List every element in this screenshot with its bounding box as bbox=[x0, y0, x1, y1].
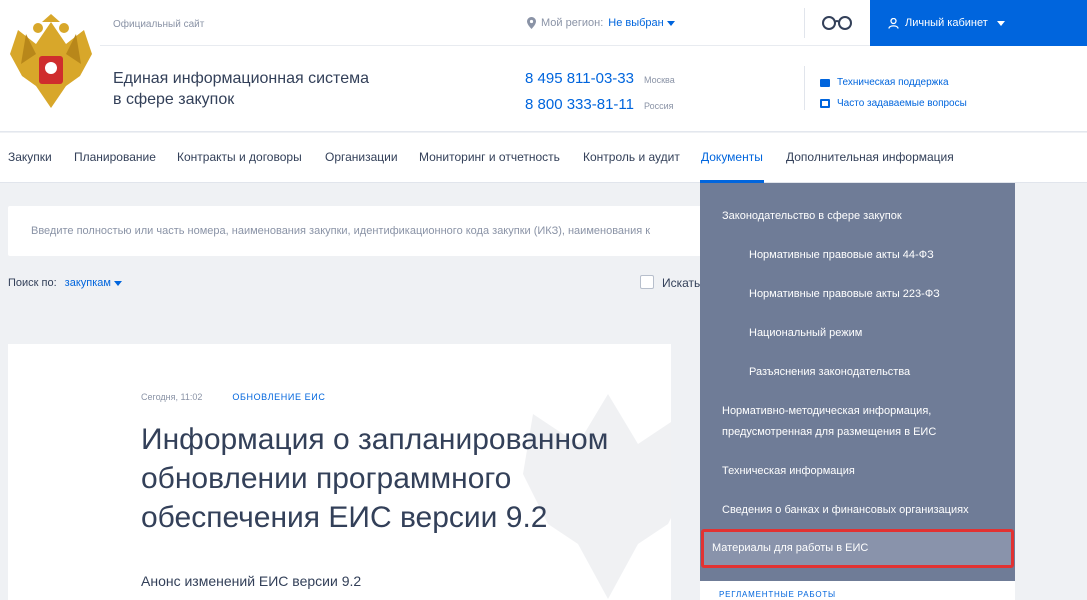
menu-item-technical-info[interactable]: Техническая информация bbox=[722, 461, 855, 482]
site-header: Официальный сайт Мой регион: Не выбран Л… bbox=[0, 0, 1087, 132]
menu-item-methodology-line: предусмотренная для размещения в ЕИС bbox=[722, 426, 937, 438]
site-title[interactable]: Единая информационная система в сфере за… bbox=[113, 68, 433, 110]
search-by-value: закупкам bbox=[64, 277, 111, 289]
menu-item-national-regime[interactable]: Национальный режим bbox=[749, 323, 862, 344]
divider bbox=[804, 8, 805, 38]
menu-item-methodology-line: Нормативно-методическая информация, bbox=[722, 405, 932, 417]
news-title-line: обновлении программного bbox=[141, 462, 512, 495]
nav-item-purchases[interactable]: Закупки bbox=[8, 150, 52, 164]
user-icon bbox=[888, 17, 899, 29]
menu-item-banks[interactable]: Сведения о банках и финансовых организац… bbox=[722, 500, 969, 521]
search-by: Поиск по: закупкам bbox=[8, 277, 122, 289]
search-checkbox-label: Искать bbox=[662, 276, 701, 290]
menu-item-acts-44[interactable]: Нормативные правовые акты 44-ФЗ bbox=[749, 245, 934, 266]
region-selector[interactable]: Мой регион: Не выбран bbox=[527, 17, 675, 29]
site-title-line: в сфере закупок bbox=[113, 91, 235, 108]
russian-emblem-icon[interactable] bbox=[6, 14, 96, 114]
regulatory-works-label[interactable]: РЕГЛАМЕНТНЫЕ РАБОТЫ bbox=[719, 590, 836, 599]
region-label: Мой регион: bbox=[541, 17, 604, 29]
menu-item-legislation[interactable]: Законодательство в сфере закупок bbox=[722, 206, 902, 227]
news-tag[interactable]: ОБНОВЛЕНИЕ ЕИС bbox=[232, 392, 325, 402]
nav-item-planning[interactable]: Планирование bbox=[74, 150, 156, 164]
phone-number[interactable]: 8 800 333-81-11 bbox=[525, 96, 634, 113]
search-input[interactable] bbox=[8, 206, 708, 256]
nav-item-organizations[interactable]: Организации bbox=[325, 150, 398, 164]
divider bbox=[804, 66, 805, 110]
search-by-label: Поиск по: bbox=[8, 277, 57, 289]
chevron-down-icon bbox=[996, 20, 1005, 26]
phone-list: 8 495 811-03-33 Москва 8 800 333-81-11 Р… bbox=[525, 70, 675, 122]
documents-dropdown-menu: Законодательство в сфере закупок Нормати… bbox=[700, 183, 1015, 581]
menu-item-acts-223[interactable]: Нормативные правовые акты 223-ФЗ bbox=[749, 284, 940, 305]
official-site-label: Официальный сайт bbox=[113, 19, 205, 30]
search-by-selector[interactable]: закупкам bbox=[65, 277, 122, 289]
support-link[interactable]: Техническая поддержка bbox=[820, 72, 967, 93]
menu-item-methodology[interactable]: Нормативно-методическая информация, пред… bbox=[722, 401, 936, 443]
menu-item-materials-label: Материалы для работы в ЕИС bbox=[712, 542, 869, 554]
news-date: Сегодня, 11:02 bbox=[141, 392, 203, 402]
glasses-icon[interactable] bbox=[821, 15, 853, 31]
faq-link-label: Часто задаваемые вопросы bbox=[837, 98, 967, 109]
news-title[interactable]: Информация о запланированном обновлении … bbox=[141, 420, 661, 537]
main-nav: Закупки Планирование Контракты и договор… bbox=[0, 133, 1087, 183]
regulatory-works-panel: РЕГЛАМЕНТНЫЕ РАБОТЫ bbox=[700, 581, 1015, 600]
phone-number[interactable]: 8 495 811-03-33 bbox=[525, 70, 634, 87]
news-subtitle: Анонс изменений ЕИС версии 9.2 bbox=[141, 573, 362, 589]
chevron-down-icon bbox=[666, 20, 675, 26]
nav-item-contracts[interactable]: Контракты и договоры bbox=[177, 150, 302, 164]
nav-item-documents[interactable]: Документы bbox=[701, 150, 763, 164]
menu-item-materials-highlighted[interactable]: Материалы для работы в ЕИС bbox=[701, 529, 1014, 568]
nav-item-additional-info[interactable]: Дополнительная информация bbox=[786, 150, 954, 164]
nav-item-control[interactable]: Контроль и аудит bbox=[583, 150, 680, 164]
phone-row: 8 800 333-81-11 Россия bbox=[525, 96, 675, 122]
faq-icon bbox=[820, 99, 830, 108]
news-title-line: обеспечения ЕИС версии 9.2 bbox=[141, 501, 548, 534]
news-title-line: Информация о запланированном bbox=[141, 423, 609, 456]
site-title-line: Единая информационная система bbox=[113, 70, 369, 87]
phone-city: Москва bbox=[643, 75, 675, 85]
location-pin-icon bbox=[527, 17, 536, 29]
faq-link[interactable]: Часто задаваемые вопросы bbox=[820, 93, 967, 114]
nav-item-monitoring[interactable]: Мониторинг и отчетность bbox=[419, 150, 560, 164]
news-card[interactable]: Сегодня, 11:02 ОБНОВЛЕНИЕ ЕИС Информация… bbox=[8, 344, 671, 600]
support-links: Техническая поддержка Часто задаваемые в… bbox=[820, 72, 967, 114]
personal-account-button[interactable]: Личный кабинет bbox=[870, 0, 1087, 46]
personal-account-label: Личный кабинет bbox=[905, 17, 988, 29]
phone-row: 8 495 811-03-33 Москва bbox=[525, 70, 675, 96]
phone-city: Россия bbox=[643, 101, 674, 111]
chevron-down-icon bbox=[113, 280, 122, 286]
mail-icon bbox=[820, 78, 830, 87]
region-value[interactable]: Не выбран bbox=[608, 17, 675, 29]
search-checkbox[interactable] bbox=[640, 275, 654, 289]
search-box bbox=[8, 206, 708, 256]
region-value-text: Не выбран bbox=[608, 17, 664, 29]
news-meta: Сегодня, 11:02 ОБНОВЛЕНИЕ ЕИС bbox=[141, 392, 325, 402]
support-link-label: Техническая поддержка bbox=[837, 77, 949, 88]
menu-item-clarifications[interactable]: Разъяснения законодательства bbox=[749, 362, 910, 383]
